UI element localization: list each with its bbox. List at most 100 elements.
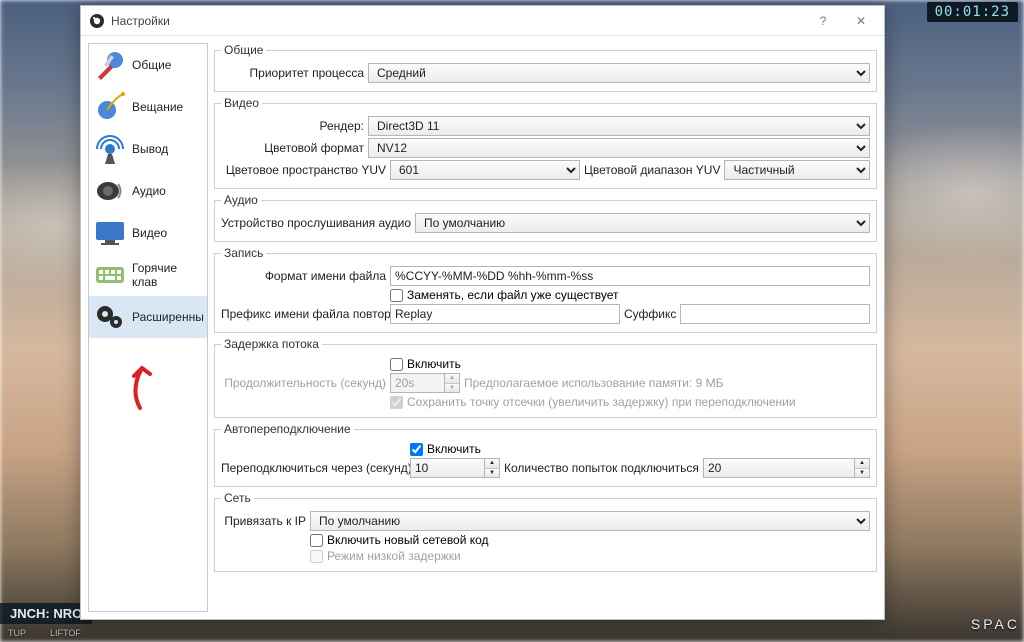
overlay-launch-label: JNCH: NRO	[0, 603, 92, 624]
globe-signal-icon	[93, 90, 127, 124]
delay-preserve-checkbox-input	[390, 396, 403, 409]
window-title: Настройки	[111, 14, 170, 28]
group-audio: Аудио Устройство прослушивания аудио По …	[214, 193, 877, 242]
gears-icon	[93, 300, 127, 334]
sidebar-item-label: Вывод	[132, 142, 168, 156]
group-legend: Автопереподключение	[221, 422, 354, 436]
sidebar-item-label: Общие	[132, 58, 171, 72]
overlay-timer: 00:01:23	[927, 2, 1018, 22]
replay-prefix-label: Префикс имени файла повтора	[221, 307, 386, 321]
colorspace-select[interactable]: 601	[390, 160, 580, 180]
low-latency-checkbox-input	[310, 550, 323, 563]
overlay-small-2: LIFTOF	[50, 628, 81, 638]
new-netcode-checkbox[interactable]: Включить новый сетевой код	[310, 533, 489, 547]
colorrange-label: Цветовой диапазон YUV	[584, 163, 720, 177]
sidebar-item-audio[interactable]: Аудио	[89, 170, 207, 212]
group-legend: Общие	[221, 43, 266, 57]
group-general: Общие Приоритет процесса Средний	[214, 43, 877, 92]
settings-window: Настройки ? ✕ Общие Вещание Вывод Аудио	[80, 5, 885, 620]
max-retries-label: Количество попыток подключиться	[504, 461, 699, 475]
replay-suffix-label: Суффикс	[624, 307, 676, 321]
sidebar-item-label: Расширенны	[132, 310, 204, 324]
sidebar-item-video[interactable]: Видео	[89, 212, 207, 254]
settings-content: Общие Приоритет процесса Средний Видео Р…	[214, 43, 877, 612]
reconnect-enable-checkbox-input[interactable]	[410, 443, 423, 456]
monitoring-select[interactable]: По умолчанию	[415, 213, 870, 233]
colorrange-select[interactable]: Частичный	[724, 160, 870, 180]
group-legend: Запись	[221, 246, 266, 260]
delay-enable-checkbox-input[interactable]	[390, 358, 403, 371]
group-legend: Аудио	[221, 193, 261, 207]
colorspace-label: Цветовое пространство YUV	[221, 163, 386, 177]
group-video: Видео Рендер: Direct3D 11 Цветовой форма…	[214, 96, 877, 189]
priority-label: Приоритет процесса	[221, 66, 364, 80]
filename-format-input[interactable]	[390, 266, 870, 286]
app-icon	[89, 13, 105, 29]
sidebar-item-label: Аудио	[132, 184, 166, 198]
reconnect-enable-checkbox[interactable]: Включить	[410, 442, 481, 456]
retry-delay-value: 10	[415, 461, 428, 475]
retry-delay-label: Переподключиться через (секунд)	[221, 461, 406, 475]
replay-prefix-input[interactable]	[390, 304, 620, 324]
radio-tower-icon	[93, 132, 127, 166]
sidebar-item-label: Видео	[132, 226, 167, 240]
sidebar-item-general[interactable]: Общие	[89, 44, 207, 86]
bind-ip-select[interactable]: По умолчанию	[310, 511, 870, 531]
sidebar-item-label: Вещание	[132, 100, 183, 114]
annotation-arrow-icon	[120, 360, 180, 410]
overwrite-label: Заменять, если файл уже существует	[407, 288, 619, 302]
overwrite-checkbox[interactable]: Заменять, если файл уже существует	[390, 288, 619, 302]
monitor-icon	[93, 216, 127, 250]
renderer-select[interactable]: Direct3D 11	[368, 116, 870, 136]
max-retries-value: 20	[708, 461, 721, 475]
delay-preserve-label: Сохранить точку отсечки (увеличить задер…	[407, 395, 796, 409]
filename-format-label: Формат имени файла	[221, 269, 386, 283]
new-netcode-label: Включить новый сетевой код	[327, 533, 489, 547]
overlay-brand: SPAC	[971, 616, 1020, 632]
colorformat-label: Цветовой формат	[221, 141, 364, 155]
delay-enable-checkbox[interactable]: Включить	[390, 357, 461, 371]
delay-enable-label: Включить	[407, 357, 461, 371]
overlay-small-1: TUP	[8, 628, 26, 638]
group-network: Сеть Привязать к IP По умолчанию Включит…	[214, 491, 877, 572]
close-button[interactable]: ✕	[842, 6, 880, 36]
spin-buttons-icon[interactable]: ▲▼	[484, 459, 499, 477]
spin-buttons-icon: ▲▼	[444, 374, 459, 392]
sidebar-item-stream[interactable]: Вещание	[89, 86, 207, 128]
keyboard-icon	[93, 258, 127, 292]
max-retries-spinbox[interactable]: 20 ▲▼	[703, 458, 870, 478]
low-latency-checkbox: Режим низкой задержки	[310, 549, 461, 563]
group-legend: Сеть	[221, 491, 254, 505]
delay-preserve-checkbox: Сохранить точку отсечки (увеличить задер…	[390, 395, 796, 409]
replay-suffix-input[interactable]	[680, 304, 870, 324]
group-stream-delay: Задержка потока Включить Продолжительнос…	[214, 337, 877, 418]
group-legend: Задержка потока	[221, 337, 322, 351]
group-auto-reconnect: Автопереподключение Включить Переподключ…	[214, 422, 877, 487]
settings-sidebar: Общие Вещание Вывод Аудио Видео Горячие …	[88, 43, 208, 612]
sidebar-item-hotkeys[interactable]: Горячие клав	[89, 254, 207, 296]
sidebar-item-label: Горячие клав	[132, 261, 203, 289]
delay-duration-label: Продолжительность (секунд)	[221, 376, 386, 390]
group-recording: Запись Формат имени файла Заменять, если…	[214, 246, 877, 333]
delay-duration-value: 20s	[395, 376, 414, 390]
delay-memory-label: Предполагаемое использование памяти: 9 М…	[464, 376, 724, 390]
titlebar: Настройки ? ✕	[81, 6, 884, 36]
priority-select[interactable]: Средний	[368, 63, 870, 83]
bind-ip-label: Привязать к IP	[221, 514, 306, 528]
retry-delay-spinbox[interactable]: 10 ▲▼	[410, 458, 500, 478]
help-button[interactable]: ?	[804, 6, 842, 36]
wrench-globe-icon	[93, 48, 127, 82]
new-netcode-checkbox-input[interactable]	[310, 534, 323, 547]
spin-buttons-icon[interactable]: ▲▼	[854, 459, 869, 477]
overwrite-checkbox-input[interactable]	[390, 289, 403, 302]
reconnect-enable-label: Включить	[427, 442, 481, 456]
group-legend: Видео	[221, 96, 262, 110]
colorformat-select[interactable]: NV12	[368, 138, 870, 158]
sidebar-item-output[interactable]: Вывод	[89, 128, 207, 170]
renderer-label: Рендер:	[221, 119, 364, 133]
delay-duration-spinbox: 20s ▲▼	[390, 373, 460, 393]
low-latency-label: Режим низкой задержки	[327, 549, 461, 563]
monitoring-label: Устройство прослушивания аудио	[221, 216, 411, 230]
sidebar-item-advanced[interactable]: Расширенны	[89, 296, 207, 338]
speaker-icon	[93, 174, 127, 208]
